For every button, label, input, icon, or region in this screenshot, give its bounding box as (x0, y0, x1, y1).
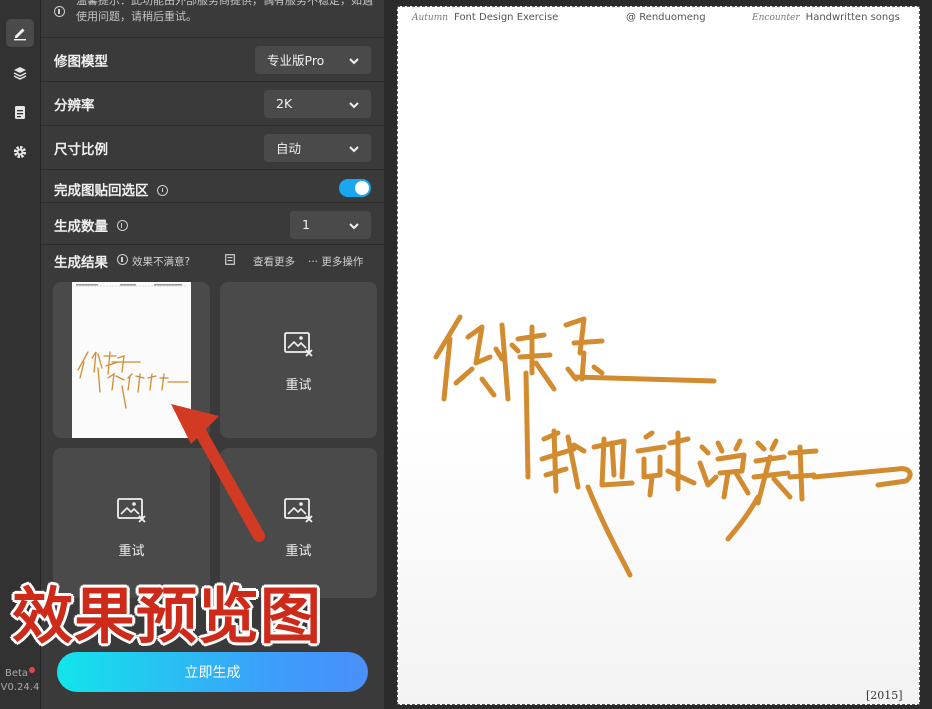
retry-label: 重试 (285, 378, 312, 393)
info-icon[interactable] (157, 184, 169, 196)
service-notice-text: 温馨提示：此功能由外部服务商提供，偶有服务不稳定，如遇使用问题，请稍后重试。 (76, 0, 373, 23)
preview-area: Autumn Font Design Exercise @ Renduomeng … (384, 0, 932, 709)
info-icon (54, 6, 65, 17)
more-actions-link[interactable]: ··· 更多操作 (308, 254, 363, 269)
year-stamp: [2015] (866, 689, 903, 702)
resolution-select-value: 2K (276, 96, 293, 111)
model-row: 修图模型 专业版Pro (41, 37, 384, 81)
chevron-down-icon (349, 145, 359, 152)
resolution-row: 分辨率 2K (41, 81, 384, 125)
image-error-icon (117, 498, 146, 523)
info-icon[interactable] (117, 254, 128, 265)
ratio-row: 尺寸比例 自动 (41, 125, 384, 169)
image-error-icon (284, 498, 313, 523)
preview-caption: 效果预览图 (12, 581, 323, 652)
resolution-label: 分辨率 (54, 97, 95, 114)
results-title: 生成结果 (54, 255, 108, 271)
annotation-arrow-icon (171, 404, 265, 542)
gallery-icon (225, 254, 235, 265)
view-more-link[interactable]: 查看更多 (253, 254, 295, 269)
notes-tool-button[interactable] (6, 98, 34, 126)
model-label: 修图模型 (54, 53, 108, 70)
version-beta: Beta (0, 667, 40, 680)
toggle-knob (355, 181, 369, 195)
layers-icon (13, 67, 27, 80)
count-select-value: 1 (302, 217, 310, 232)
beta-dot-icon (29, 667, 36, 673)
resolution-select[interactable]: 2K (264, 89, 371, 118)
clipboard-icon (15, 106, 25, 119)
service-notice: 温馨提示：此功能由外部服务商提供，偶有服务不稳定，如遇使用问题，请稍后重试。 (54, 0, 374, 36)
paste-back-label: 完成图贴回选区 (54, 179, 169, 199)
settings-tool-button[interactable] (6, 138, 34, 166)
gear-icon (13, 145, 27, 159)
version-number: V0.24.4 (0, 682, 40, 693)
ratio-label: 尺寸比例 (54, 141, 108, 158)
preview-canvas[interactable]: Autumn Font Design Exercise @ Renduomeng … (397, 6, 920, 705)
chevron-down-icon (349, 222, 359, 229)
image-error-icon (284, 332, 313, 357)
layers-tool-button[interactable] (6, 59, 34, 87)
ratio-select[interactable]: 自动 (264, 133, 371, 162)
info-icon[interactable] (116, 220, 128, 231)
count-row: 生成数量 1 (41, 202, 384, 246)
ratio-select-value: 自动 (276, 141, 302, 156)
calligraphy-artwork: [2015] (433, 314, 913, 702)
count-label: 生成数量 (54, 215, 128, 235)
pencil-icon (14, 28, 26, 41)
generate-now-button[interactable]: 立即生成 (57, 652, 368, 692)
chevron-down-icon (349, 57, 359, 64)
paste-back-toggle[interactable] (339, 179, 371, 197)
count-select[interactable]: 1 (290, 210, 371, 239)
model-select[interactable]: 专业版Pro (255, 45, 371, 74)
chevron-down-icon (349, 101, 359, 108)
model-select-value: 专业版Pro (267, 53, 325, 68)
edit-tool-button[interactable] (6, 19, 34, 47)
unsatisfied-link[interactable]: 效果不满意? (132, 254, 190, 269)
results-header: 生成结果 效果不满意? 查看更多 ··· 更多操作 (41, 244, 384, 275)
